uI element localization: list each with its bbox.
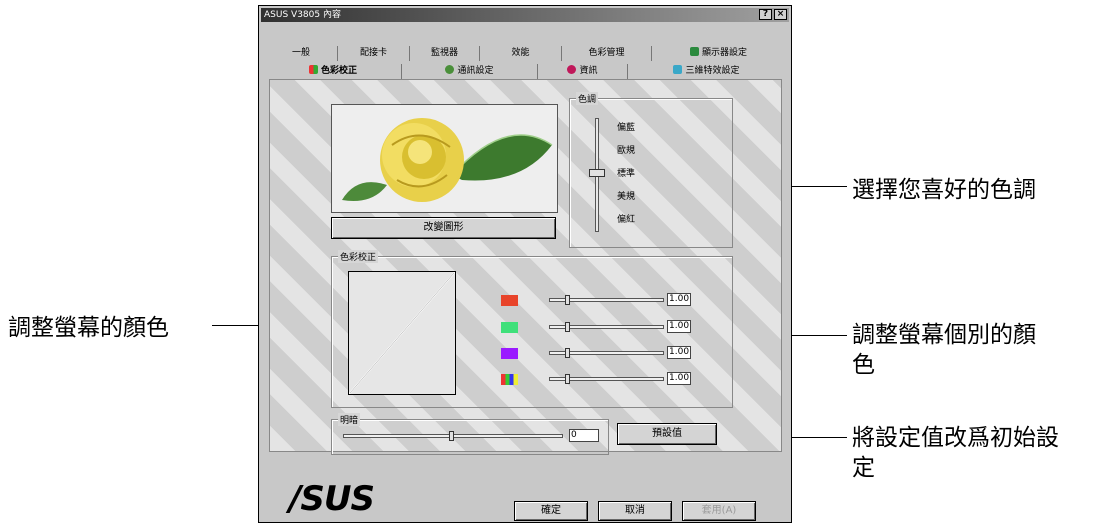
all-channels-value[interactable]: 1.00	[667, 372, 691, 385]
tab-information[interactable]: 資訊	[537, 64, 627, 79]
tab-3d-settings-label: 三維特效設定	[685, 66, 740, 76]
tab-color-management[interactable]: 色彩管理	[561, 46, 651, 61]
tab-display-settings-label: 顯示器設定	[701, 48, 747, 58]
tab-general[interactable]: 一般	[265, 46, 337, 61]
tab-communication-label: 通訊設定	[457, 66, 494, 76]
tab-display-settings[interactable]: 顯示器設定	[651, 46, 785, 61]
all-channels-swatch	[501, 374, 518, 385]
tone-level-euro: 歐規	[617, 146, 636, 156]
color-correction-icon	[308, 65, 318, 74]
tab-performance[interactable]: 效能	[479, 46, 561, 61]
callout-reset-line1: 將設定值改爲初始設	[852, 425, 1059, 451]
gamma-curve-preview	[348, 271, 456, 395]
green-channel-value[interactable]: 1.00	[667, 320, 691, 333]
tab-communication[interactable]: 通訊設定	[401, 64, 537, 79]
cancel-button[interactable]: 取消	[598, 501, 672, 521]
help-button[interactable]: ?	[759, 9, 772, 20]
tab-monitor[interactable]: 監視器	[409, 46, 479, 61]
color-correction-group-label: 色彩校正	[338, 250, 379, 263]
window-title: ASUS V3805 內容	[264, 10, 341, 20]
properties-dialog: ASUS V3805 內容 ? × 一般 配接卡 監視器 效能 色彩管理 顯示器…	[258, 5, 792, 523]
red-channel-value[interactable]: 1.00	[667, 293, 691, 306]
monitor-icon	[689, 47, 699, 56]
tone-group-label: 色調	[576, 92, 599, 105]
callout-individual-line1: 調整螢幕個別的顏	[852, 322, 1036, 348]
tab-3d-settings[interactable]: 三維特效設定	[627, 64, 785, 79]
tone-level-reddish: 偏紅	[617, 215, 636, 225]
all-channels-thumb[interactable]	[565, 374, 570, 384]
callout-adjust-screen-color: 調整螢幕的顏色	[8, 315, 169, 341]
green-channel-thumb[interactable]	[565, 322, 570, 332]
blue-channel-swatch	[501, 348, 518, 359]
network-icon	[445, 65, 455, 74]
tone-slider-thumb[interactable]	[589, 169, 605, 177]
title-bar: ASUS V3805 內容 ? ×	[261, 8, 789, 22]
brightness-thumb[interactable]	[449, 431, 454, 441]
tab-row-front: 色彩校正 通訊設定 資訊 三維特效設定	[265, 64, 785, 79]
tone-level-standard: 標準	[617, 169, 636, 179]
change-image-button[interactable]: 改變圖形	[331, 217, 556, 239]
asus-logo: /SUS	[289, 479, 375, 519]
green-channel-swatch	[501, 322, 518, 333]
close-button[interactable]: ×	[774, 9, 787, 20]
default-button[interactable]: 預設值	[617, 423, 717, 445]
callout-reset-defaults: 將設定值改爲初始設 定	[852, 423, 1059, 483]
red-channel-swatch	[501, 295, 518, 306]
red-channel-thumb[interactable]	[565, 295, 570, 305]
apply-button[interactable]: 套用(A)	[682, 501, 756, 521]
tone-level-bluish: 偏藍	[617, 123, 636, 133]
cube-icon	[673, 65, 683, 74]
info-icon	[567, 65, 577, 74]
tone-level-us: 美規	[617, 192, 636, 202]
tab-color-correction-label: 色彩校正	[320, 66, 357, 76]
rose-image	[331, 104, 558, 213]
tab-color-correction[interactable]: 色彩校正	[265, 64, 401, 79]
brightness-group-label: 明暗	[338, 413, 361, 426]
ok-button[interactable]: 確定	[514, 501, 588, 521]
blue-channel-value[interactable]: 1.00	[667, 346, 691, 359]
callout-choose-tone: 選擇您喜好的色調	[852, 177, 1036, 203]
tab-adapter[interactable]: 配接卡	[337, 46, 409, 61]
callout-adjust-individual-color: 調整螢幕個別的顏 色	[852, 320, 1036, 380]
blue-channel-thumb[interactable]	[565, 348, 570, 358]
callout-individual-line2: 色	[852, 352, 875, 378]
tab-row-back: 一般 配接卡 監視器 效能 色彩管理 顯示器設定	[265, 46, 785, 61]
tab-information-label: 資訊	[579, 66, 598, 76]
brightness-value[interactable]: 0	[569, 429, 599, 442]
callout-reset-line2: 定	[852, 455, 875, 481]
